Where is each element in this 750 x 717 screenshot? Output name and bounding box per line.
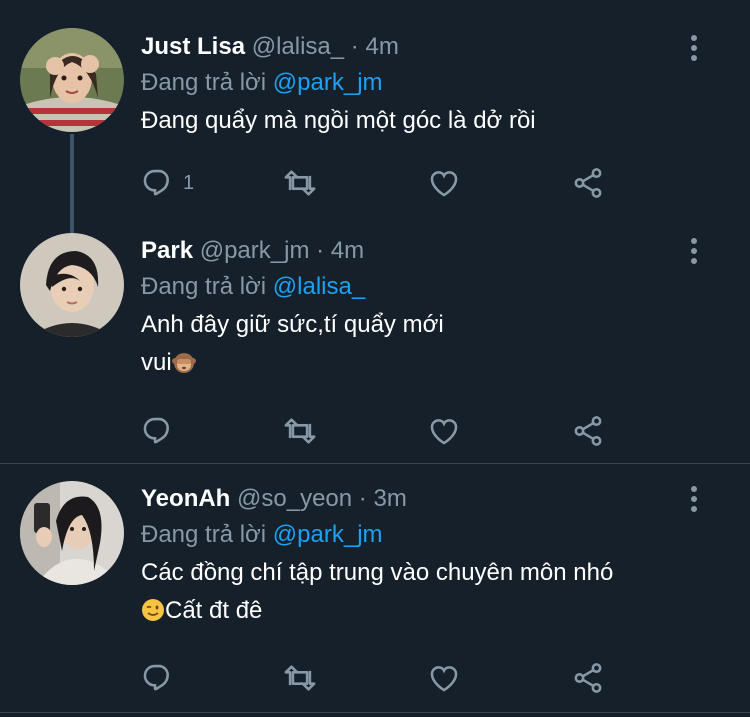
tweet[interactable]: Park @park_jm · 4m Đang trả lời @lalisa_…: [0, 230, 750, 463]
reply-mention[interactable]: @park_jm: [273, 69, 383, 96]
tweet-text: Anh đây giữ sức,tí quẩy mới vui: [141, 306, 680, 382]
reply-count: 1: [183, 171, 195, 194]
reply-button[interactable]: [141, 414, 183, 448]
divider: [0, 712, 750, 713]
display-name[interactable]: Just Lisa: [141, 33, 245, 60]
reply-button[interactable]: [141, 661, 183, 695]
tweet-text-line: vui: [141, 344, 680, 382]
avatar-park[interactable]: [20, 233, 124, 337]
handle[interactable]: @so_yeon: [237, 485, 352, 512]
reply-button[interactable]: 1: [141, 166, 194, 200]
reply-prefix: Đang trả lời: [141, 521, 267, 548]
retweet-button[interactable]: [283, 166, 317, 200]
tweet-text-line: Cất đt đê: [141, 592, 680, 630]
more-vertical-icon[interactable]: [682, 236, 706, 266]
tweet-header: Just Lisa @lalisa_ · 4m: [141, 32, 680, 62]
tweet-header: YeonAh @so_yeon · 3m: [141, 484, 680, 514]
handle[interactable]: @lalisa_: [252, 33, 344, 60]
retweet-icon: [284, 665, 316, 691]
tweet-text-fragment: Cất đt đê: [165, 597, 263, 624]
tweet[interactable]: Just Lisa @lalisa_ · 4m Đang trả lời @pa…: [0, 0, 750, 234]
display-name[interactable]: YeonAh: [141, 485, 230, 512]
avatar-yeonah[interactable]: [20, 481, 124, 585]
reply-prefix: Đang trả lời: [141, 273, 267, 300]
tweet-text: Các đồng chí tập trung vào chuyên môn nh…: [141, 554, 680, 630]
more-vertical-icon[interactable]: [682, 484, 706, 514]
retweet-icon: [284, 170, 316, 196]
tweet-text-line: Anh đây giữ sức,tí quẩy mới: [141, 311, 444, 338]
tweet-actions: 1: [141, 166, 621, 200]
retweet-button[interactable]: [283, 414, 317, 448]
like-button[interactable]: [427, 414, 461, 448]
reply-mention[interactable]: @lalisa_: [273, 273, 365, 300]
retweet-icon: [284, 418, 316, 444]
tweet-actions: [141, 414, 621, 448]
heart-icon: [430, 666, 458, 692]
reply-icon: [143, 664, 169, 691]
tweet-header: Park @park_jm · 4m: [141, 236, 680, 266]
share-button[interactable]: [571, 414, 605, 448]
handle[interactable]: @park_jm: [200, 237, 310, 264]
share-button[interactable]: [571, 166, 605, 200]
replying-to: Đang trả lời @park_jm: [141, 68, 680, 98]
heart-icon: [430, 171, 458, 197]
tweet-actions: [141, 661, 621, 695]
share-icon: [574, 663, 602, 693]
reply-icon: [143, 417, 169, 444]
tweet-text-fragment: vui: [141, 349, 172, 376]
reply-prefix: Đang trả lời: [141, 69, 267, 96]
replying-to: Đang trả lời @park_jm: [141, 520, 680, 550]
share-button[interactable]: [571, 661, 605, 695]
more-vertical-icon[interactable]: [682, 33, 706, 63]
conversation-thread: Just Lisa @lalisa_ · 4m Đang trả lời @pa…: [0, 0, 750, 717]
share-icon: [574, 168, 602, 198]
separator: ·: [316, 237, 325, 264]
separator: ·: [350, 33, 359, 60]
tweet[interactable]: YeonAh @so_yeon · 3m Đang trả lời @park_…: [0, 464, 750, 717]
display-name[interactable]: Park: [141, 237, 193, 264]
like-button[interactable]: [427, 166, 461, 200]
like-button[interactable]: [427, 661, 461, 695]
thread-connector: [70, 134, 74, 234]
separator: ·: [358, 485, 367, 512]
timestamp[interactable]: 4m: [331, 237, 364, 264]
reply-icon: [143, 169, 169, 196]
winking-face-icon: [142, 599, 164, 621]
retweet-button[interactable]: [283, 661, 317, 695]
avatar-just-lisa[interactable]: [20, 28, 124, 132]
replying-to: Đang trả lời @lalisa_: [141, 272, 680, 302]
share-icon: [574, 416, 602, 446]
tweet-text-line: Các đồng chí tập trung vào chuyên môn nh…: [141, 559, 614, 586]
tweet-text: Đang quẩy mà ngồi một góc là dở rồi: [141, 102, 680, 140]
tweet-text-line: Đang quẩy mà ngồi một góc là dở rồi: [141, 107, 536, 134]
see-no-evil-monkey-icon: [171, 353, 196, 373]
timestamp[interactable]: 3m: [373, 485, 406, 512]
timestamp[interactable]: 4m: [365, 33, 398, 60]
heart-icon: [430, 419, 458, 445]
reply-mention[interactable]: @park_jm: [273, 521, 383, 548]
